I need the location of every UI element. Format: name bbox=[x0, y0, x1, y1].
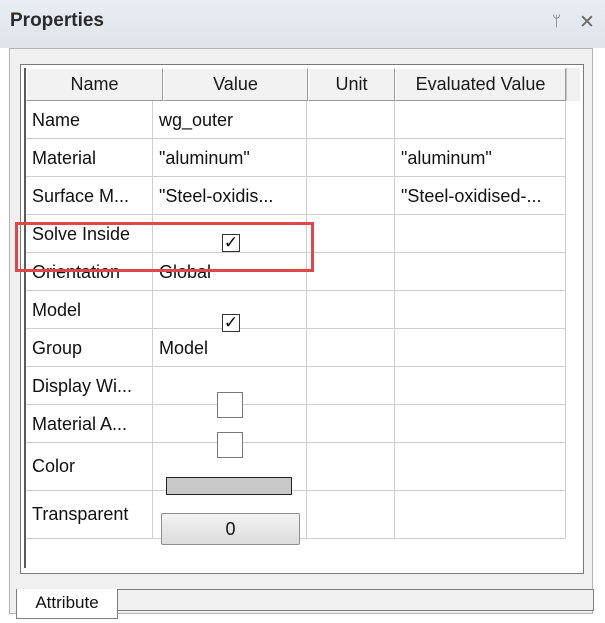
row-transparent-evaluated bbox=[395, 491, 566, 539]
transparency-button[interactable]: 0 bbox=[161, 513, 300, 545]
row-material-a-unit bbox=[307, 405, 395, 443]
row-solve-inside-unit bbox=[307, 215, 395, 253]
close-icon[interactable]: ✕ bbox=[579, 11, 595, 34]
column-header-evaluated-value[interactable]: Evaluated Value bbox=[395, 68, 566, 101]
tab-attribute[interactable]: Attribute bbox=[16, 589, 118, 619]
row-solve-inside-evaluated bbox=[395, 215, 566, 253]
row-material-evaluated: "aluminum" bbox=[395, 139, 566, 177]
row-material-a-label: Material A... bbox=[26, 405, 153, 443]
row-surface-evaluated: "Steel-oxidised-... bbox=[395, 177, 566, 215]
row-orientation-unit bbox=[307, 253, 395, 291]
row-model-label: Model bbox=[26, 291, 153, 329]
row-color-label: Color bbox=[26, 443, 153, 491]
row-color-unit bbox=[307, 443, 395, 491]
column-header-name[interactable]: Name bbox=[26, 68, 163, 101]
highlight-box bbox=[15, 222, 314, 272]
tab-strip bbox=[118, 589, 594, 611]
row-transparent-label: Transparent bbox=[26, 491, 153, 539]
pin-icon[interactable]: ᛘ bbox=[552, 13, 561, 30]
row-name-label: Name bbox=[26, 101, 153, 139]
row-group-value[interactable]: Model bbox=[153, 329, 307, 367]
row-material-value[interactable]: "aluminum" bbox=[153, 139, 307, 177]
row-model-evaluated bbox=[395, 291, 566, 329]
row-group-label: Group bbox=[26, 329, 153, 367]
column-header-value[interactable]: Value bbox=[163, 68, 308, 101]
row-model-unit bbox=[307, 291, 395, 329]
row-display-wire-evaluated bbox=[395, 367, 566, 405]
row-surface-unit bbox=[307, 177, 395, 215]
properties-titlebar: Properties ᛘ ✕ bbox=[0, 0, 605, 48]
row-orientation-evaluated bbox=[395, 253, 566, 291]
row-surface-value[interactable]: "Steel-oxidis... bbox=[153, 177, 307, 215]
row-material-label: Material bbox=[26, 139, 153, 177]
column-header-unit[interactable]: Unit bbox=[308, 68, 395, 101]
header-scroll-stub bbox=[566, 68, 580, 101]
row-color-evaluated bbox=[395, 443, 566, 491]
row-name-unit bbox=[307, 101, 395, 139]
row-material-unit bbox=[307, 139, 395, 177]
panel-title: Properties bbox=[10, 10, 104, 31]
row-name-evaluated bbox=[395, 101, 566, 139]
row-transparent-unit bbox=[307, 491, 395, 539]
row-group-unit bbox=[307, 329, 395, 367]
row-name-value[interactable]: wg_outer bbox=[153, 101, 307, 139]
row-surface-label: Surface M... bbox=[26, 177, 153, 215]
row-group-evaluated bbox=[395, 329, 566, 367]
row-display-wire-unit bbox=[307, 367, 395, 405]
row-material-a-evaluated bbox=[395, 405, 566, 443]
row-display-wire-label: Display Wi... bbox=[26, 367, 153, 405]
